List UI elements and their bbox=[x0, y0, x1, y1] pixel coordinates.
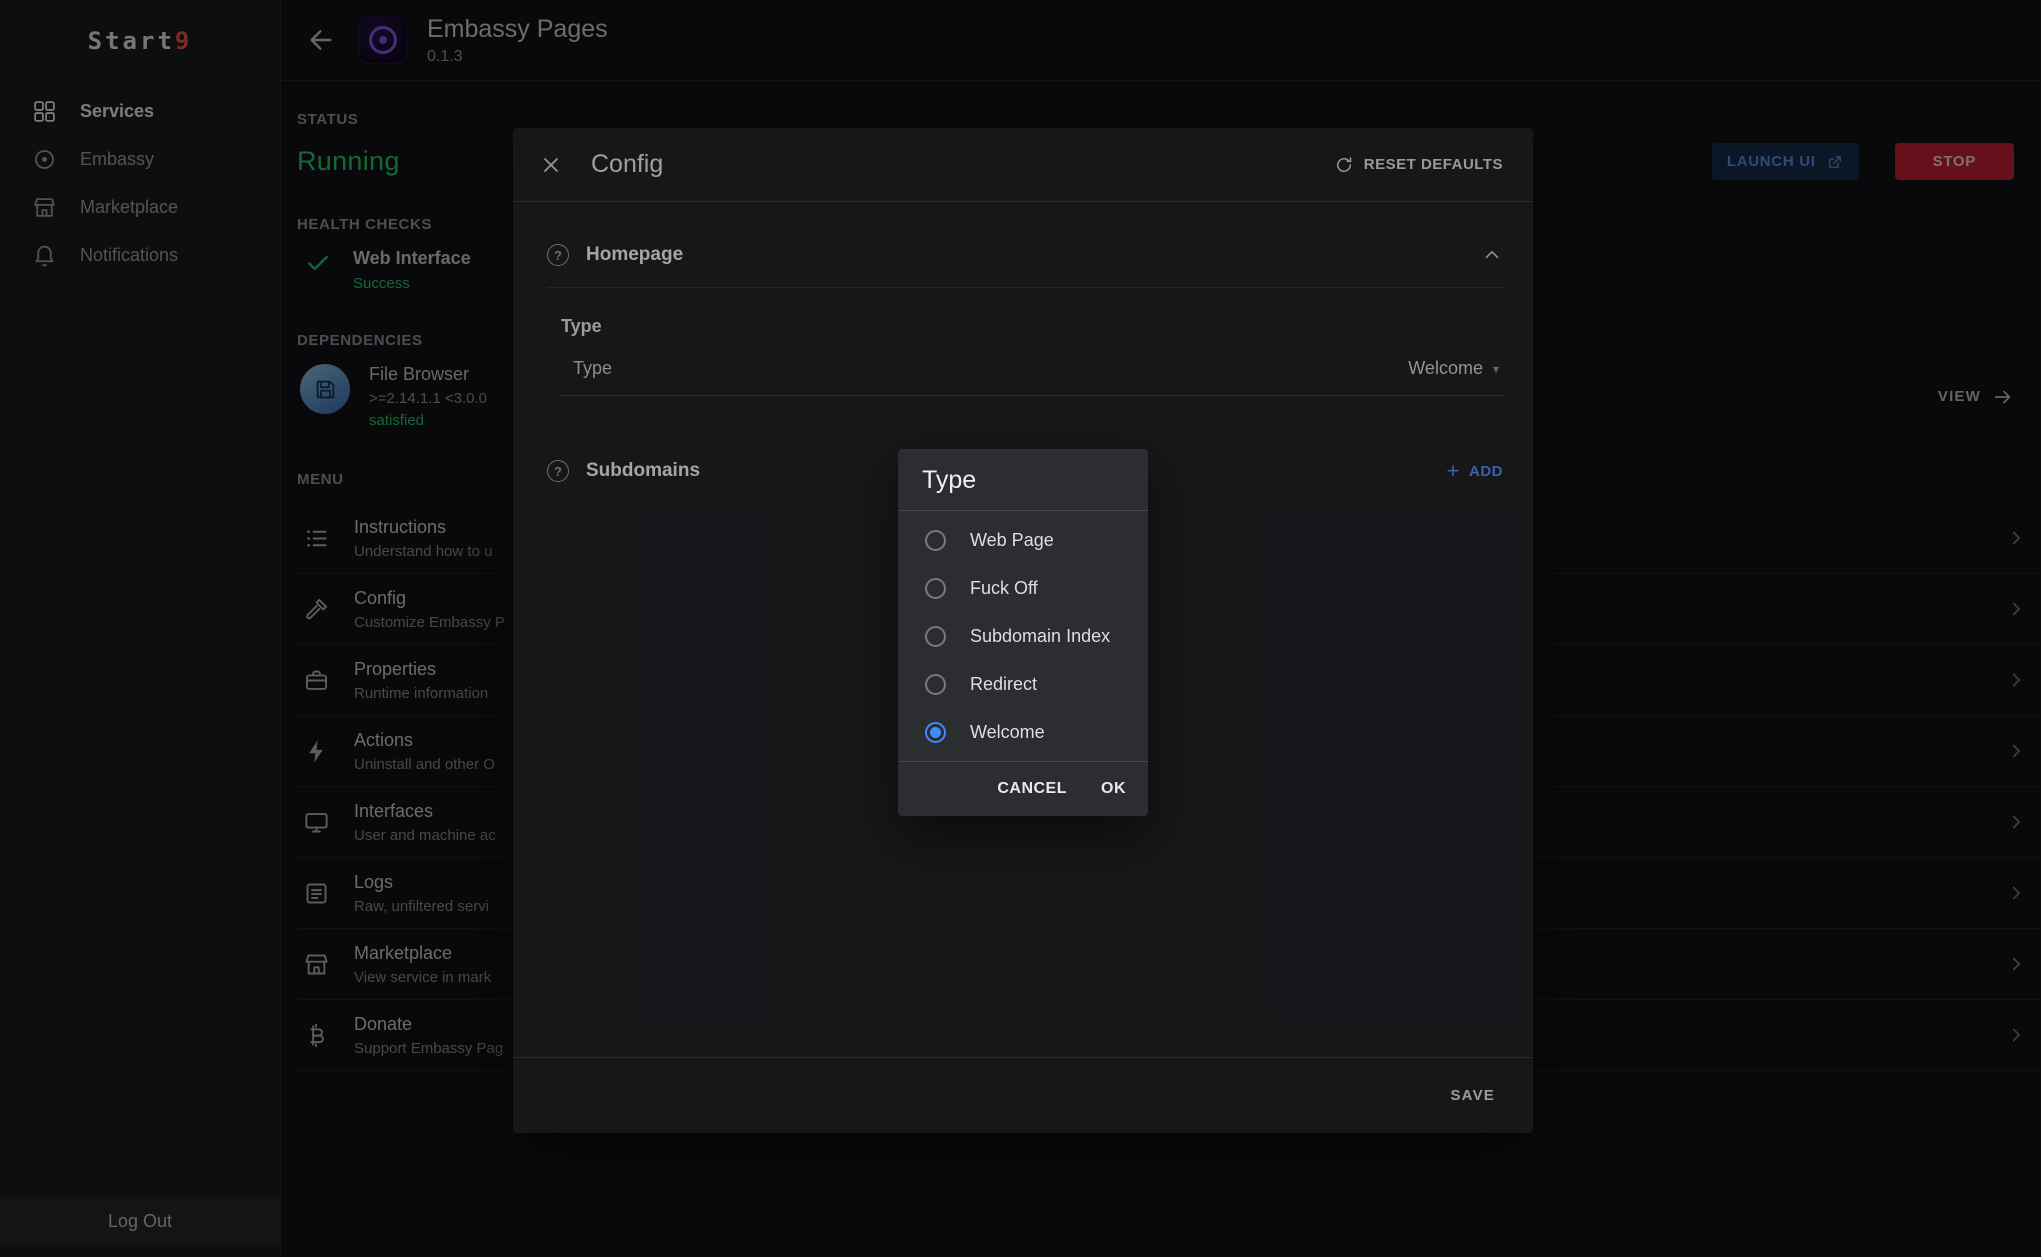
radio-option-subdomain-index[interactable]: Subdomain Index bbox=[898, 612, 1148, 660]
radio-option-web-page[interactable]: Web Page bbox=[898, 516, 1148, 564]
radio-option-welcome[interactable]: Welcome bbox=[898, 708, 1148, 756]
cancel-button[interactable]: CANCEL bbox=[997, 780, 1067, 798]
radio-icon bbox=[925, 626, 946, 647]
type-alert-buttons: CANCEL OK bbox=[898, 762, 1148, 816]
ok-button[interactable]: OK bbox=[1101, 780, 1126, 798]
type-alert-options: Web Page Fuck Off Subdomain Index Redire… bbox=[898, 511, 1148, 762]
radio-icon bbox=[925, 578, 946, 599]
radio-selected-icon bbox=[925, 722, 946, 743]
type-alert: Type Web Page Fuck Off Subdomain Index R… bbox=[898, 449, 1148, 816]
radio-icon bbox=[925, 674, 946, 695]
radio-icon bbox=[925, 530, 946, 551]
radio-option-redirect[interactable]: Redirect bbox=[898, 660, 1148, 708]
type-alert-title: Type bbox=[898, 449, 1148, 511]
radio-option-fuck-off[interactable]: Fuck Off bbox=[898, 564, 1148, 612]
